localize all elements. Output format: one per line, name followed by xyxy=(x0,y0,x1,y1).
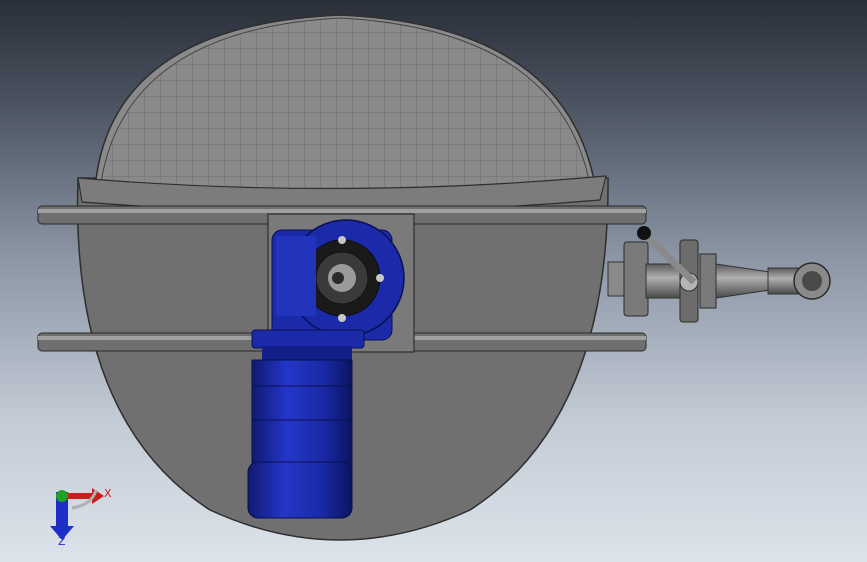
cad-viewport[interactable]: X Z xyxy=(0,0,867,562)
gearbox xyxy=(271,219,405,341)
x-axis-label: X xyxy=(104,487,112,500)
vessel-dome xyxy=(94,14,596,191)
motor-flange xyxy=(251,329,365,349)
axis-triad: X Z xyxy=(50,487,112,548)
motor-body xyxy=(247,359,353,519)
model-render: X Z xyxy=(37,14,831,548)
z-axis-label: Z xyxy=(58,535,66,548)
outlet-valve xyxy=(607,226,831,323)
